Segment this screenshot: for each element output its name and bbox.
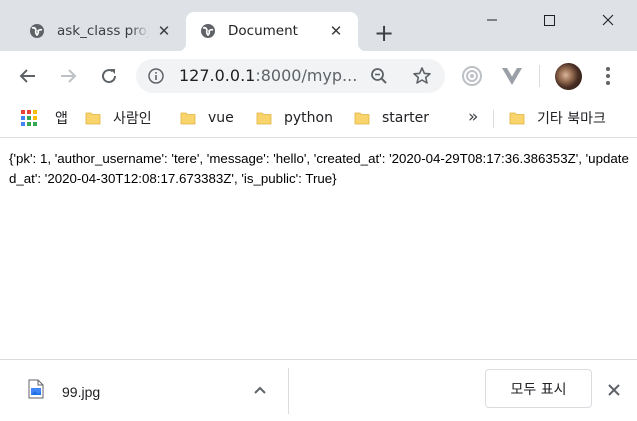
folder-icon xyxy=(354,112,370,125)
url-host: 127.0.0.1 xyxy=(179,66,256,85)
minimize-icon[interactable] xyxy=(463,0,521,40)
browser-toolbar: 127.0.0.1:8000/myp... xyxy=(0,51,637,101)
tab-title: Document xyxy=(228,23,298,39)
info-icon[interactable] xyxy=(148,68,164,84)
bookmark-label: starter xyxy=(382,110,429,126)
page-content: {'pk': 1, 'author_username': 'tere', 'me… xyxy=(0,138,637,359)
tab-close-icon[interactable]: ✕ xyxy=(155,22,173,40)
folder-icon xyxy=(509,112,525,125)
bookmark-saramin[interactable]: 사람인 xyxy=(85,107,152,129)
chevron-up-icon[interactable] xyxy=(252,382,268,398)
page-body-text: {'pk': 1, 'author_username': 'tere', 'me… xyxy=(9,151,629,186)
close-icon[interactable] xyxy=(604,380,624,400)
download-file-name[interactable]: 99.jpg xyxy=(62,384,100,400)
bookmarks-bar: 앱 사람인 vue python starter » 기타 북마크 xyxy=(0,101,637,138)
globe-icon xyxy=(30,24,44,38)
tab-document[interactable]: Document ✕ xyxy=(178,12,366,51)
folder-icon xyxy=(85,112,101,125)
download-divider xyxy=(288,368,289,414)
extension-vue-icon[interactable] xyxy=(500,64,524,88)
bookmark-label: 사람인 xyxy=(113,111,152,127)
image-file-icon[interactable] xyxy=(28,379,44,399)
tab-close-icon[interactable]: ✕ xyxy=(327,22,345,40)
tab-strip: ask_class proj ✕ Document ✕ + xyxy=(0,0,637,51)
bookmark-vue[interactable]: vue xyxy=(180,107,234,129)
tab-ask-class[interactable]: ask_class proj ✕ xyxy=(15,12,185,51)
download-bar: 99.jpg 모두 표시 xyxy=(0,359,637,421)
bookmark-label: 앱 xyxy=(55,111,68,127)
extension-target-icon[interactable] xyxy=(460,64,484,88)
bookmark-apps[interactable]: 앱 xyxy=(21,107,68,129)
maximize-icon[interactable] xyxy=(520,0,578,40)
star-icon[interactable] xyxy=(412,66,432,86)
avatar[interactable] xyxy=(555,63,582,90)
arrow-right-icon[interactable] xyxy=(55,63,81,89)
reload-icon[interactable] xyxy=(96,63,122,89)
bookmark-python[interactable]: python xyxy=(256,107,333,129)
url-path: :8000/myp... xyxy=(255,66,358,85)
bookmarks-divider xyxy=(493,110,494,128)
folder-icon xyxy=(256,112,272,125)
bookmark-other[interactable]: 기타 북마크 xyxy=(509,107,606,129)
bookmark-label: 기타 북마크 xyxy=(537,111,606,127)
apps-grid-icon xyxy=(21,110,37,126)
bookmark-label: vue xyxy=(208,110,234,126)
close-icon[interactable] xyxy=(579,0,637,40)
show-all-button[interactable]: 모두 표시 xyxy=(485,369,592,408)
zoom-icon[interactable] xyxy=(370,67,388,85)
tab-title: ask_class proj xyxy=(57,23,149,39)
globe-icon xyxy=(201,24,215,38)
bookmark-starter[interactable]: starter xyxy=(354,107,429,129)
plus-icon[interactable]: + xyxy=(371,20,397,46)
menu-icon[interactable] xyxy=(598,64,618,88)
bookmarks-overflow-button[interactable]: » xyxy=(468,107,478,127)
address-bar[interactable]: 127.0.0.1:8000/myp... xyxy=(136,59,445,93)
bookmark-label: python xyxy=(284,110,333,126)
arrow-left-icon[interactable] xyxy=(15,63,41,89)
toolbar-divider xyxy=(539,65,540,87)
url-text: 127.0.0.1:8000/myp... xyxy=(179,66,357,85)
folder-icon xyxy=(180,112,196,125)
